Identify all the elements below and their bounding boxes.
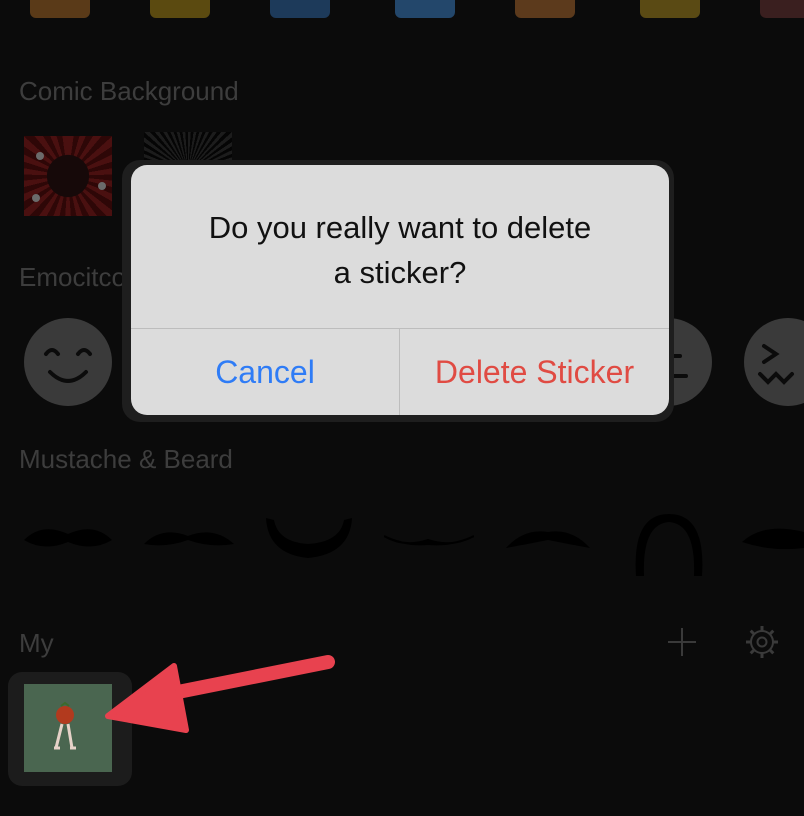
my-sticker-thumbnail[interactable] <box>24 684 112 772</box>
comic-sticker[interactable] <box>270 0 330 18</box>
mustache-sticker[interactable] <box>264 514 354 564</box>
mustache-sticker[interactable] <box>506 518 590 558</box>
dizzy-face-icon <box>758 344 794 385</box>
beard-sticker[interactable] <box>632 510 706 580</box>
section-title-comic-background: Comic Background <box>19 76 239 106</box>
comic-sticker[interactable] <box>640 0 700 18</box>
tomato-character-icon <box>54 701 76 750</box>
cancel-button[interactable]: Cancel <box>131 329 399 415</box>
mustache-sticker[interactable] <box>22 518 114 558</box>
comic-sticker[interactable] <box>515 0 575 18</box>
delete-confirmation-dialog: Do you really want to delete a sticker? … <box>131 165 669 415</box>
plus-icon[interactable] <box>664 624 700 660</box>
section-title-emoticon: Emocitco <box>19 262 126 292</box>
section-title-my: My <box>19 628 54 658</box>
section-title-mustache-beard: Mustache & Beard <box>19 444 233 474</box>
comic-sticker[interactable] <box>30 0 90 18</box>
smile-emoticon[interactable] <box>24 318 112 406</box>
dizzy-emoticon[interactable] <box>744 318 804 406</box>
comic-sticker[interactable] <box>395 0 455 18</box>
mustache-sticker[interactable] <box>384 518 474 558</box>
comic-sticker[interactable] <box>760 0 804 18</box>
gear-icon[interactable] <box>744 624 780 660</box>
comic-background-thumbnail[interactable] <box>24 136 112 216</box>
comic-stickers-row <box>0 0 804 22</box>
delete-sticker-button[interactable]: Delete Sticker <box>400 329 669 415</box>
smile-face-icon <box>44 348 92 383</box>
comic-sticker[interactable] <box>150 0 210 18</box>
mustache-sticker[interactable] <box>144 518 234 558</box>
dialog-message: Do you really want to delete a sticker? <box>208 210 592 290</box>
mustache-sticker[interactable] <box>742 518 804 558</box>
